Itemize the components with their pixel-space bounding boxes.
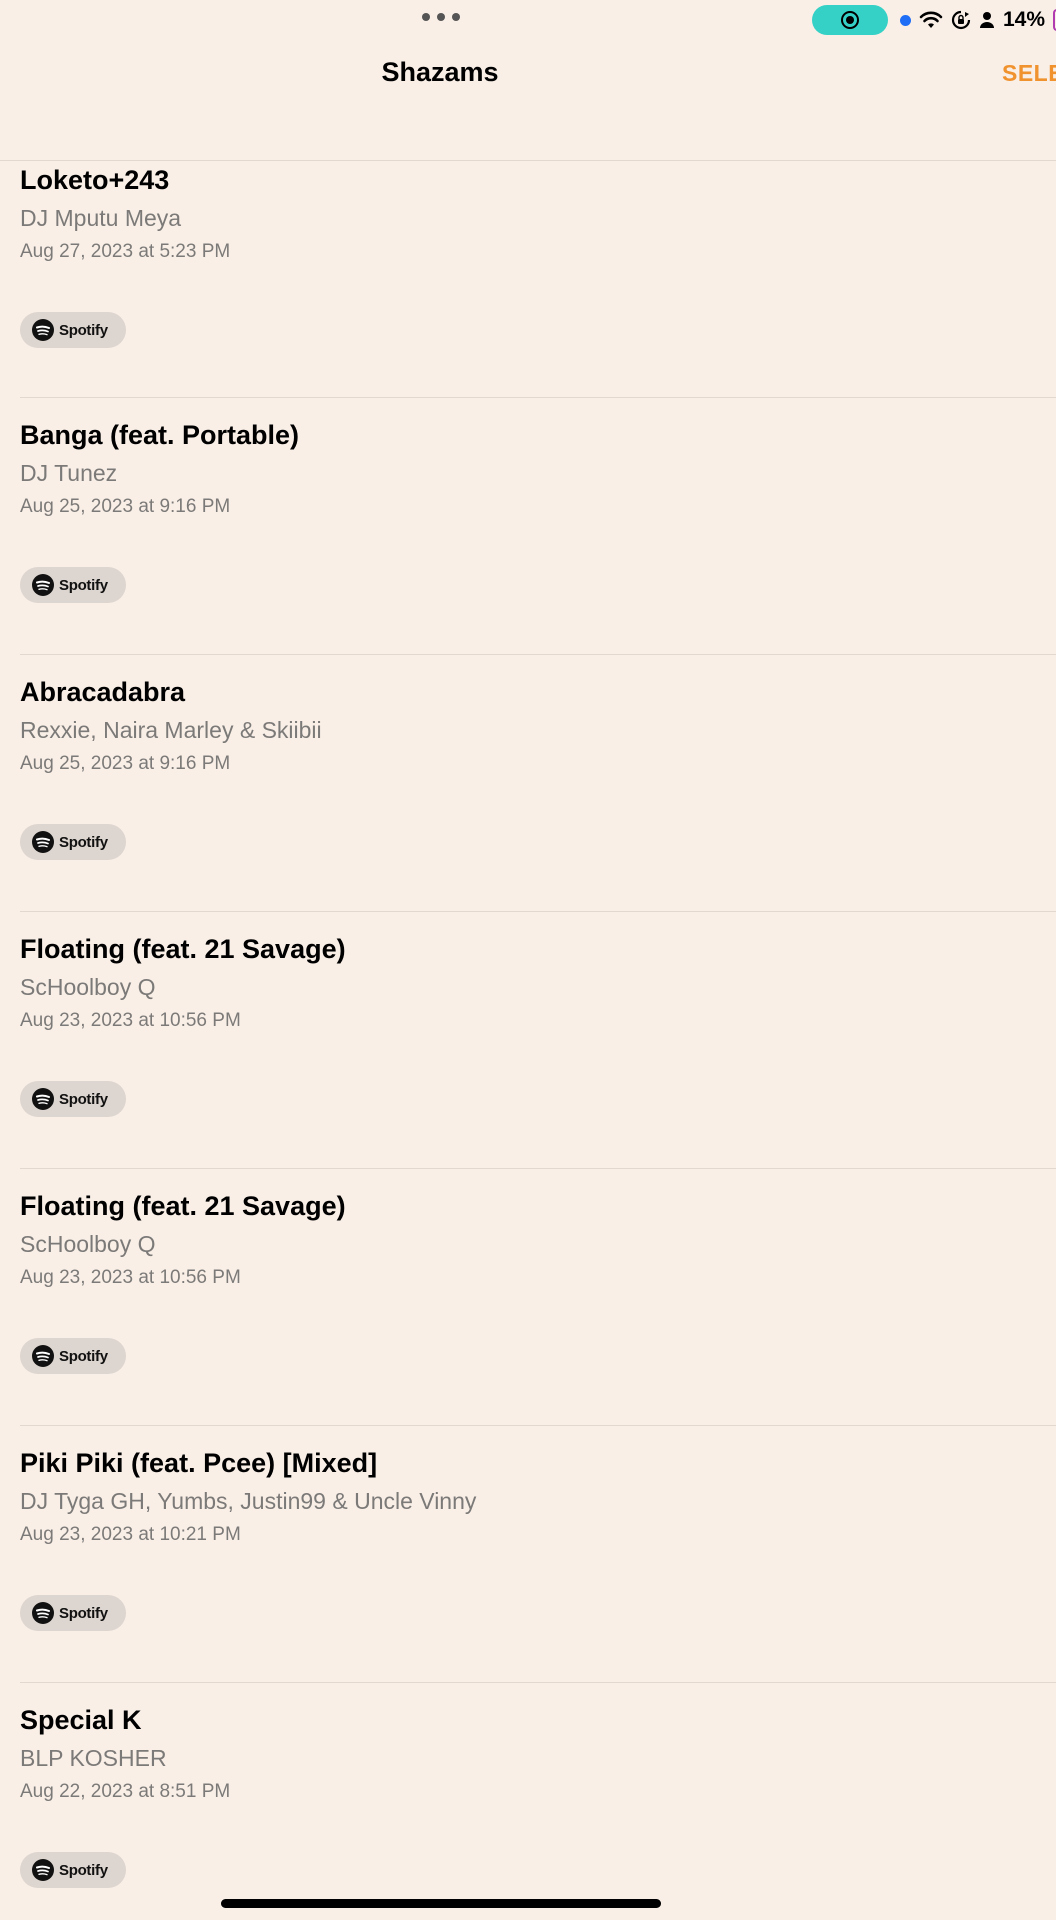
spotify-button[interactable]: Spotify <box>20 567 126 603</box>
spotify-label: Spotify <box>59 833 108 851</box>
song-title: Floating (feat. 21 Savage) <box>20 934 346 964</box>
spotify-button[interactable]: Spotify <box>20 1081 126 1117</box>
spotify-label: Spotify <box>59 1604 108 1622</box>
shazam-date: Aug 23, 2023 at 10:56 PM <box>20 1267 241 1288</box>
select-button[interactable]: SELE <box>1002 60 1056 87</box>
spotify-button[interactable]: Spotify <box>20 1595 126 1631</box>
shazam-date: Aug 23, 2023 at 10:21 PM <box>20 1524 241 1545</box>
song-artist: BLP KOSHER <box>20 1745 167 1771</box>
list-item[interactable]: Floating (feat. 21 Savage) ScHoolboy Q A… <box>20 912 1056 1169</box>
spotify-label: Spotify <box>59 321 108 339</box>
person-icon <box>980 12 994 28</box>
shazam-date: Aug 25, 2023 at 9:16 PM <box>20 496 231 517</box>
shazam-date: Aug 25, 2023 at 9:16 PM <box>20 753 231 774</box>
song-artist: Rexxie, Naira Marley & Skiibii <box>20 717 322 743</box>
song-artist: DJ Tyga GH, Yumbs, Justin99 & Uncle Vinn… <box>20 1488 477 1514</box>
song-artist: DJ Tunez <box>20 460 118 486</box>
wifi-icon <box>919 11 943 28</box>
list-item[interactable]: Floating (feat. 21 Savage) ScHoolboy Q A… <box>20 1169 1056 1426</box>
list-item[interactable]: Loketo+243 DJ Mputu Meya Aug 27, 2023 at… <box>20 161 1056 398</box>
song-artist: DJ Mputu Meya <box>20 205 182 231</box>
status-indicators: 14% <box>900 6 1056 34</box>
spotify-icon <box>32 1345 54 1367</box>
spotify-label: Spotify <box>59 576 108 594</box>
song-title: Floating (feat. 21 Savage) <box>20 1191 346 1221</box>
spotify-button[interactable]: Spotify <box>20 312 126 348</box>
home-indicator[interactable] <box>221 1899 661 1908</box>
song-artist: ScHoolboy Q <box>20 974 156 1000</box>
spotify-label: Spotify <box>59 1861 108 1879</box>
page-title: Shazams <box>381 57 499 87</box>
more-dots-icon[interactable] <box>422 13 460 21</box>
spotify-icon <box>32 1602 54 1624</box>
spotify-button[interactable]: Spotify <box>20 1338 126 1374</box>
song-artist: ScHoolboy Q <box>20 1231 156 1257</box>
shazam-date: Aug 27, 2023 at 5:23 PM <box>20 241 231 262</box>
song-title: Banga (feat. Portable) <box>20 420 300 450</box>
song-title: Loketo+243 <box>20 165 170 195</box>
spotify-button[interactable]: Spotify <box>20 1852 126 1888</box>
list-item[interactable]: Abracadabra Rexxie, Naira Marley & Skiib… <box>20 655 1056 912</box>
song-title: Piki Piki (feat. Pcee) [Mixed] <box>20 1448 378 1478</box>
list-item[interactable]: Special K BLP KOSHER Aug 22, 2023 at 8:5… <box>20 1683 1056 1920</box>
rotation-lock-icon <box>951 10 971 30</box>
list-item[interactable]: Banga (feat. Portable) DJ Tunez Aug 25, … <box>20 398 1056 655</box>
spotify-icon <box>32 1859 54 1881</box>
song-title: Abracadabra <box>20 677 186 707</box>
spotify-icon <box>32 831 54 853</box>
location-dot-icon <box>900 14 911 26</box>
spotify-label: Spotify <box>59 1090 108 1108</box>
spotify-button[interactable]: Spotify <box>20 824 126 860</box>
song-title: Special K <box>20 1705 142 1735</box>
spotify-icon <box>32 319 54 341</box>
shazam-date: Aug 22, 2023 at 8:51 PM <box>20 1781 231 1802</box>
screen-record-icon[interactable] <box>812 5 888 35</box>
list-item[interactable]: Piki Piki (feat. Pcee) [Mixed] DJ Tyga G… <box>20 1426 1056 1683</box>
status-bar: 14% <box>0 0 1056 40</box>
shazam-list: Loketo+243 DJ Mputu Meya Aug 27, 2023 at… <box>0 161 1056 1920</box>
battery-percent: 14% <box>1003 8 1046 31</box>
shazam-date: Aug 23, 2023 at 10:56 PM <box>20 1010 241 1031</box>
spotify-label: Spotify <box>59 1347 108 1365</box>
spotify-icon <box>32 574 54 596</box>
spotify-icon <box>32 1088 54 1110</box>
